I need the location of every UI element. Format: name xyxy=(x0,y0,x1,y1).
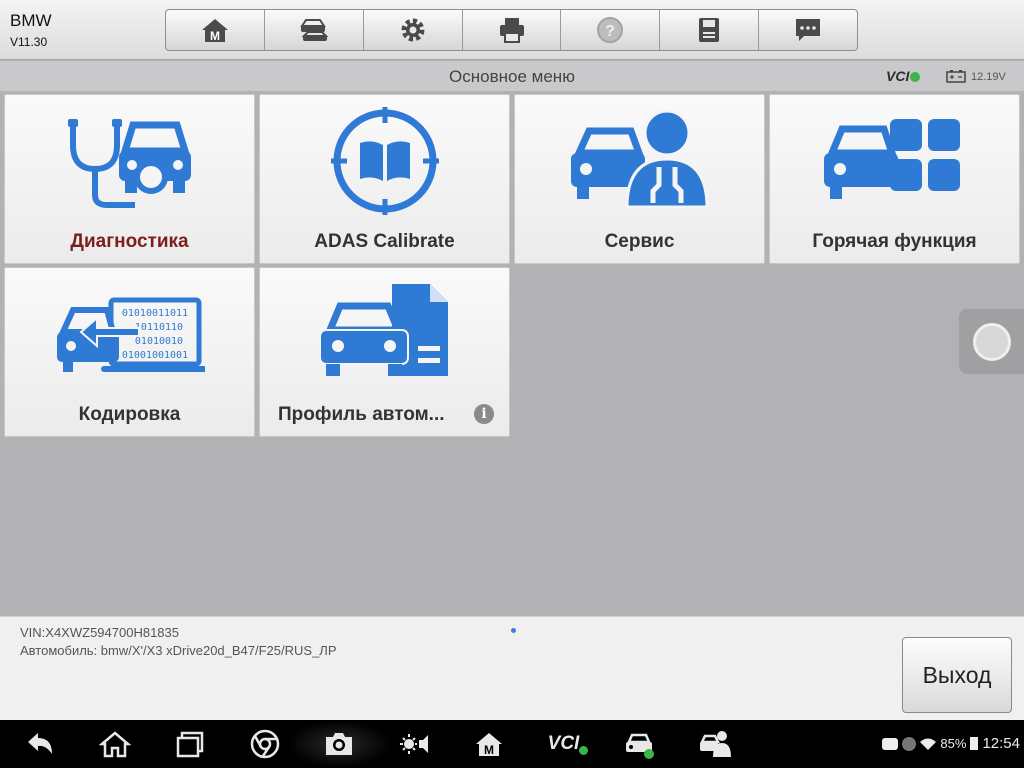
status-area: 85% 12:54 xyxy=(882,735,1020,752)
maxisys-home-icon: M xyxy=(476,733,502,757)
svg-text:M: M xyxy=(484,743,494,757)
chat-notification-icon xyxy=(882,737,899,750)
car-binary-code-icon: 01010011011 10110110 01010010 0100100100… xyxy=(56,297,205,372)
vci-connected-icon xyxy=(910,72,921,82)
message-icon xyxy=(796,19,821,41)
service-tile[interactable]: Сервис xyxy=(514,94,765,264)
vin-text: VIN:X4XWZ594700H81835 xyxy=(20,625,179,640)
battery-voltage: 12.19V xyxy=(971,71,1006,83)
messages-button[interactable] xyxy=(759,10,857,50)
vehicle-profile-label: Профиль автом... xyxy=(278,404,445,425)
diagnostics-tile[interactable]: Диагностика xyxy=(4,94,255,264)
battery-icon xyxy=(970,737,979,750)
coding-tile[interactable]: 01010011011 10110110 01010010 0100100100… xyxy=(4,267,255,437)
diagnostics-label: Диагностика xyxy=(70,231,189,252)
car-document-icon xyxy=(318,284,448,376)
bluetooth-icon xyxy=(902,736,917,751)
printer-icon xyxy=(499,18,524,43)
svg-text:?: ? xyxy=(605,23,615,40)
save-icon xyxy=(699,18,720,42)
svg-text:01001001001: 01001001001 xyxy=(121,350,187,361)
vehicle-swap-button[interactable] xyxy=(265,10,364,50)
wifi-icon xyxy=(920,738,937,750)
home-button[interactable]: M xyxy=(166,10,265,50)
software-version: V11.30 xyxy=(10,35,48,49)
vehicle-check-button[interactable] xyxy=(621,726,657,762)
adas-calibrate-tile[interactable]: ADAS Calibrate xyxy=(259,94,510,264)
android-home-button[interactable] xyxy=(97,726,133,762)
chrome-icon xyxy=(250,729,280,759)
car-check-icon xyxy=(626,733,654,759)
coding-label: Кодировка xyxy=(78,404,181,425)
car-battery-icon xyxy=(946,70,966,83)
mechanic-icon xyxy=(699,731,731,757)
back-icon xyxy=(28,733,52,754)
brand-name: BMW xyxy=(10,11,52,30)
help-button[interactable]: ? xyxy=(561,10,661,50)
save-button[interactable] xyxy=(660,10,760,50)
page-indicator-dot xyxy=(511,628,516,633)
adas-book-target-icon xyxy=(330,107,439,215)
recents-button[interactable] xyxy=(172,726,208,762)
brightness-volume-button[interactable] xyxy=(397,726,433,762)
top-header: BMW V11.30 M ? xyxy=(0,0,1024,60)
mechanic-button[interactable] xyxy=(697,726,733,762)
hot-function-tile[interactable]: Горячая функция xyxy=(769,94,1020,264)
toolbar: M ? xyxy=(165,9,858,51)
vci-status-label: VCI xyxy=(886,68,910,84)
service-label: Сервис xyxy=(604,231,675,252)
gear-icon xyxy=(401,18,425,42)
svg-text:10110110: 10110110 xyxy=(134,322,182,333)
brightness-volume-icon xyxy=(400,734,428,754)
home-icon: M xyxy=(201,19,228,43)
svg-text:01010011011: 01010011011 xyxy=(121,308,187,319)
vci-button[interactable]: VCI xyxy=(543,726,593,762)
battery-percent: 85% xyxy=(940,736,967,751)
car-grid-icon xyxy=(823,119,960,199)
vci-ok-icon xyxy=(579,745,589,755)
title-bar: Основное меню VCI 12.19V xyxy=(0,61,1024,91)
adas-calibrate-label: ADAS Calibrate xyxy=(314,231,455,252)
camera-icon xyxy=(326,733,352,755)
vehicle-path-text: Автомобиль: bmw/X'/X3 xDrive20d_B47/F25/… xyxy=(20,643,337,658)
car-mechanic-icon xyxy=(570,109,709,209)
screenshot-button[interactable] xyxy=(321,726,357,762)
assist-circle-icon xyxy=(973,323,1011,361)
back-button[interactable] xyxy=(22,726,58,762)
maxisys-home-button[interactable]: M xyxy=(471,726,507,762)
recents-icon xyxy=(176,731,204,758)
vehicle-swap-icon xyxy=(299,19,329,41)
stethoscope-car-icon xyxy=(67,119,191,208)
svg-text:M: M xyxy=(210,29,220,43)
svg-text:01010010: 01010010 xyxy=(134,336,182,347)
print-button[interactable] xyxy=(463,10,562,50)
chrome-button[interactable] xyxy=(247,726,283,762)
vehicle-info-panel: VIN:X4XWZ594700H81835 Автомобиль: bmw/X'… xyxy=(0,616,1024,720)
settings-button[interactable] xyxy=(364,10,463,50)
clock: 12:54 xyxy=(982,735,1020,752)
home-icon xyxy=(99,731,131,758)
info-icon[interactable]: i xyxy=(474,404,494,424)
hot-function-label: Горячая функция xyxy=(812,231,977,252)
vci-text: VCI xyxy=(547,733,580,754)
page-title: Основное меню xyxy=(449,67,575,86)
vci-status: VCI xyxy=(886,68,921,84)
system-nav-bar: M VCI 85% 12:54 xyxy=(0,720,1024,768)
exit-button[interactable]: Выход xyxy=(902,637,1012,713)
floating-assist-button[interactable] xyxy=(959,309,1024,374)
vehicle-profile-tile[interactable]: Профиль автом... i xyxy=(259,267,510,437)
help-icon: ? xyxy=(597,17,624,43)
brand-block: BMW V11.30 xyxy=(10,11,52,50)
